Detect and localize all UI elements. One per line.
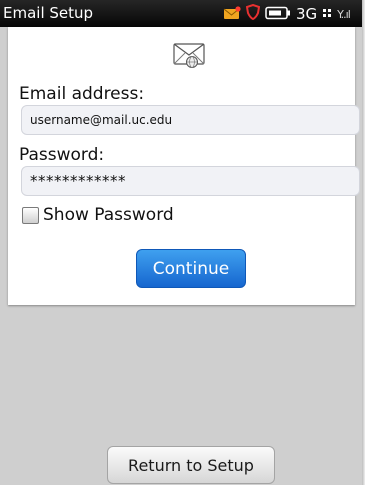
show-password-checkbox[interactable] (22, 206, 39, 224)
password-label: Password: (19, 145, 105, 165)
new-mail-icon (223, 5, 241, 24)
email-setup-card: Email address: username@mail.uc.edu Pass… (8, 27, 360, 305)
email-label: Email address: (19, 84, 145, 104)
screen-title: Email Setup (3, 4, 94, 22)
show-password-toggle[interactable]: Show Password (22, 204, 174, 226)
battery-icon (265, 5, 291, 24)
return-to-setup-button[interactable]: Return to Setup (107, 446, 275, 484)
continue-button[interactable]: Continue (136, 249, 246, 288)
status-bar: Email Setup 3G Y..ıl (0, 0, 362, 27)
shield-icon (245, 3, 261, 24)
email-field[interactable]: username@mail.uc.edu (21, 105, 360, 135)
email-value: username@mail.uc.edu (30, 113, 173, 127)
password-field[interactable]: ************ (21, 166, 360, 196)
network-type-label: 3G (296, 5, 318, 23)
mail-envelope-icon (170, 38, 208, 70)
status-icons: 3G Y..ıl (223, 3, 351, 25)
password-value: ************ (30, 172, 126, 190)
signal-strength-label: Y..ıl (337, 7, 351, 21)
network-activity-icon (322, 5, 332, 24)
show-password-label: Show Password (43, 205, 174, 225)
device-screen: Email Setup 3G Y..ıl Email address: user… (0, 0, 362, 485)
